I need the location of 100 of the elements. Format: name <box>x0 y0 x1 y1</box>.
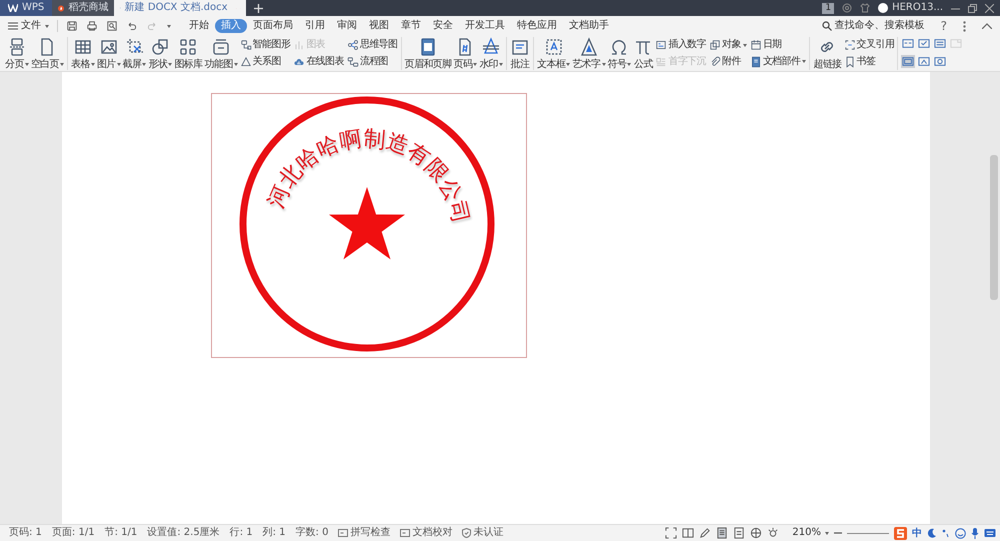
outline-button[interactable] <box>733 527 746 539</box>
ribbon-button[interactable]: 插入数字 <box>654 39 707 52</box>
user-account[interactable]: HERO13... <box>878 0 943 16</box>
frame-icon <box>934 56 946 66</box>
ribbon-button[interactable]: 流程图 <box>346 56 398 68</box>
input-mode[interactable]: 中 <box>912 526 922 540</box>
zoom-dropdown[interactable]: 210% <box>792 526 829 540</box>
pen-icon <box>699 527 712 539</box>
grid-icon <box>178 37 198 57</box>
fullscreen-button[interactable] <box>665 527 678 539</box>
ribbon-button[interactable]: 功能图 <box>203 37 239 70</box>
ribbon-button[interactable]: 超链接 <box>812 37 843 70</box>
ribbon-button[interactable]: 页码 <box>452 37 478 70</box>
ribbon-button[interactable]: 分页 <box>4 37 30 70</box>
caret-icon <box>167 24 171 28</box>
ribbon-button[interactable]: 日期 <box>748 39 808 52</box>
web-icon <box>750 527 762 539</box>
calendar-icon <box>750 39 762 52</box>
ribbon-button[interactable]: 图标库 <box>173 37 204 70</box>
caret-icon <box>45 24 49 28</box>
shirt-icon <box>860 3 870 13</box>
window-count[interactable]: 1 <box>822 2 834 14</box>
document-tab[interactable]: 稻壳商城 <box>52 0 114 16</box>
ribbon-tab[interactable]: 特色应用 <box>511 19 563 33</box>
document-tab[interactable]: 新建 DOCX 文档.docx <box>114 0 246 16</box>
object-icon <box>708 39 721 52</box>
page-view-button[interactable] <box>716 527 728 539</box>
diagram-icon <box>240 39 252 52</box>
ribbon-button[interactable]: 智能图形 <box>238 39 292 52</box>
frame-icon <box>934 38 946 49</box>
checkbox-icon <box>338 529 348 537</box>
book-button[interactable] <box>682 527 694 539</box>
ribbon-button[interactable]: 艺术字 <box>571 37 607 70</box>
text-box-icon <box>544 37 564 57</box>
ribbon-button[interactable]: 空白页 <box>30 37 66 70</box>
status-text: 节: 1/1 <box>104 527 138 539</box>
ribbon-button[interactable]: 截屏 <box>122 37 148 70</box>
ribbon-button[interactable]: 书签 <box>842 56 896 68</box>
close-icon <box>985 4 994 12</box>
file-menu-button[interactable]: 文件 <box>4 19 53 33</box>
bookmark-icon <box>844 56 856 68</box>
ribbon-tab[interactable]: 引用 <box>299 19 331 33</box>
ribbon-tab[interactable]: 插入 <box>215 19 247 33</box>
scrollbar-thumb[interactable] <box>990 155 998 300</box>
more-icon <box>963 20 966 32</box>
frame-icon <box>918 38 930 49</box>
ribbon-button[interactable]: 公式 <box>632 37 654 70</box>
ribbon-button[interactable]: 批注 <box>509 37 532 70</box>
ribbon-button[interactable]: 文本框 <box>536 37 572 70</box>
frame-icon <box>918 56 930 66</box>
print-preview-icon <box>106 20 118 32</box>
ribbon-tab[interactable]: 审阅 <box>331 19 363 33</box>
shapes-icon <box>150 37 170 57</box>
document-tab[interactable]: WPS <box>0 0 52 16</box>
search-button[interactable]: 查找命令、搜索模板 <box>818 19 929 33</box>
checkbox-icon <box>400 529 410 537</box>
ribbon-button[interactable]: 思维导图 <box>346 39 398 52</box>
ribbon-tab[interactable]: 页面布局 <box>247 19 299 33</box>
ribbon-button[interactable]: 在线图表 <box>292 56 345 68</box>
view-button[interactable] <box>917 54 932 68</box>
status-button[interactable]: 拼写检查 <box>333 527 396 539</box>
ribbon-button[interactable]: 关系图 <box>238 56 292 68</box>
ribbon-button[interactable]: 交叉引用 <box>842 39 896 52</box>
ribbon-button[interactable]: 水印 <box>478 37 504 70</box>
status-text: 列: 1 <box>262 527 287 539</box>
view-button[interactable] <box>901 37 916 50</box>
number-box-icon <box>655 39 668 52</box>
view-button[interactable] <box>933 37 948 50</box>
status-text: 页码: 1 <box>8 527 43 539</box>
ribbon-tab[interactable]: 视图 <box>363 19 395 33</box>
caret-icon <box>825 532 829 534</box>
shield-icon <box>462 528 472 538</box>
ribbon-button[interactable]: 对象 <box>708 39 748 52</box>
view-button[interactable] <box>901 54 916 68</box>
status-text: 字数: 0 <box>294 527 330 539</box>
logo-icon <box>8 4 18 12</box>
web-button[interactable] <box>750 527 762 539</box>
mind-map-icon <box>346 39 359 52</box>
image-frame[interactable] <box>211 93 527 358</box>
bar-chart-icon <box>293 39 306 52</box>
ribbon-button[interactable]: 形状 <box>147 37 174 70</box>
help-button[interactable]: ? <box>936 19 951 33</box>
ribbon-button[interactable]: 附件 <box>708 56 748 68</box>
save-icon <box>66 20 78 32</box>
ribbon-tab[interactable]: 章节 <box>395 19 427 33</box>
ribbon-tab[interactable]: 开始 <box>183 19 215 33</box>
pen-button[interactable] <box>699 527 712 539</box>
ribbon-button[interactable]: 表格 <box>70 37 96 70</box>
ribbon-button[interactable]: 文档部件 <box>748 56 808 68</box>
view-button[interactable] <box>917 37 932 50</box>
ribbon-button[interactable]: 图片 <box>96 37 122 70</box>
ribbon-button[interactable]: 页眉和页脚 <box>404 37 453 70</box>
ribbon-button[interactable]: 符号 <box>606 37 632 70</box>
ribbon-tab[interactable]: 文档助手 <box>563 19 615 33</box>
art-text-icon <box>578 37 599 57</box>
view-button[interactable] <box>933 54 948 68</box>
status-button[interactable]: 未认证 <box>457 527 508 539</box>
ribbon-tab[interactable]: 开发工具 <box>459 19 511 33</box>
status-button[interactable]: 文档校对 <box>395 527 458 539</box>
ribbon-tab[interactable]: 安全 <box>427 19 459 33</box>
